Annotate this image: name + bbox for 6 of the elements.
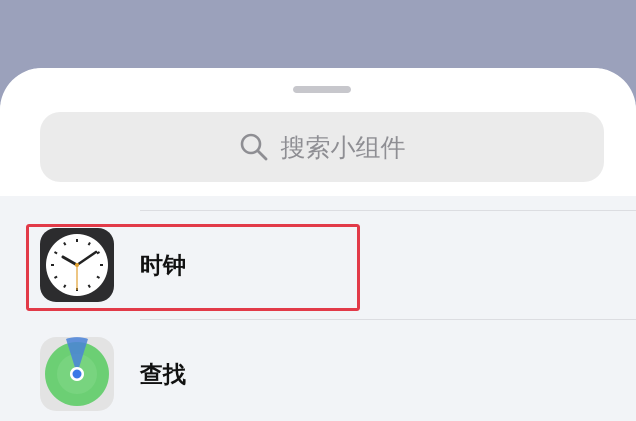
widget-name[interactable]: 查找 <box>140 358 186 390</box>
drag-handle[interactable] <box>293 86 351 93</box>
radar-icon <box>40 337 114 411</box>
widget-name[interactable]: 时钟 <box>140 250 186 280</box>
search-icon <box>238 132 268 162</box>
clock-icon <box>40 228 114 302</box>
